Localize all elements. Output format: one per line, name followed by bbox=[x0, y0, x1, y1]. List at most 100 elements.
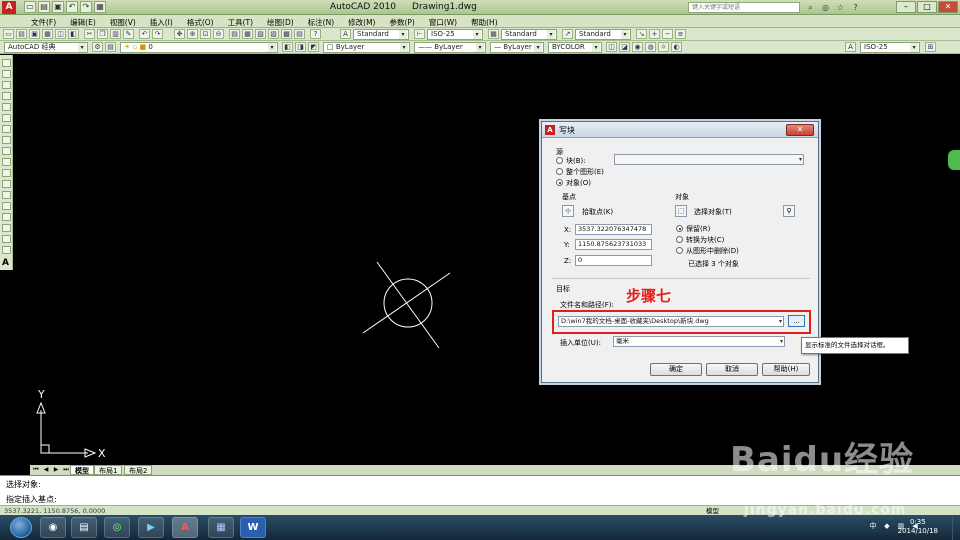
match-properties-icon[interactable]: ✎ bbox=[123, 29, 134, 39]
copy-icon[interactable]: ❐ bbox=[97, 29, 108, 39]
undo-icon[interactable]: ↶ bbox=[139, 29, 150, 39]
region-icon[interactable] bbox=[2, 235, 11, 243]
menu-format[interactable]: 格式(O) bbox=[182, 16, 223, 28]
polygon-icon[interactable] bbox=[2, 92, 11, 100]
align-leader-icon[interactable]: ≡ bbox=[675, 29, 686, 39]
tab-layout1[interactable]: 布局1 bbox=[94, 465, 123, 475]
cut-icon[interactable]: ✂ bbox=[84, 29, 95, 39]
next-tab-icon[interactable]: ▶ bbox=[52, 466, 60, 474]
first-tab-icon[interactable]: ⏮ bbox=[32, 466, 40, 474]
help-icon[interactable]: ? bbox=[850, 2, 861, 13]
dialog-close-button[interactable]: ✕ bbox=[786, 124, 814, 136]
render-icon[interactable]: ◍ bbox=[645, 42, 656, 52]
revcloud-icon[interactable] bbox=[2, 136, 11, 144]
block-name-select[interactable]: ▾ bbox=[614, 154, 804, 165]
help-search-input[interactable]: 键入关键字或短语 bbox=[688, 2, 800, 13]
radio-delete[interactable] bbox=[676, 247, 683, 254]
table-icon[interactable] bbox=[2, 246, 11, 254]
add-leader-icon[interactable]: + bbox=[649, 29, 660, 39]
make-block-icon[interactable] bbox=[2, 191, 11, 199]
pan-icon[interactable]: ✥ bbox=[174, 29, 185, 39]
save-icon[interactable]: ▣ bbox=[52, 1, 64, 13]
tool-palettes-icon[interactable]: ▧ bbox=[255, 29, 266, 39]
menu-view[interactable]: 视图(V) bbox=[105, 16, 145, 28]
minimize-button[interactable]: – bbox=[896, 1, 916, 13]
menu-draw[interactable]: 绘图(D) bbox=[262, 16, 303, 28]
point-icon[interactable] bbox=[2, 202, 11, 210]
radio-objects[interactable] bbox=[556, 179, 563, 186]
menu-parametric[interactable]: 参数(P) bbox=[384, 16, 423, 28]
workspace-settings-icon[interactable]: ⚙ bbox=[92, 42, 103, 52]
autocad-logo-icon[interactable]: A bbox=[2, 1, 16, 14]
maximize-button[interactable]: □ bbox=[917, 1, 937, 13]
paste-icon[interactable]: ▥ bbox=[110, 29, 121, 39]
help-icon[interactable]: ? bbox=[310, 29, 321, 39]
binoculars-icon[interactable]: ⌕ bbox=[805, 2, 816, 13]
color-select[interactable]: □ ByLayer ▾ bbox=[323, 42, 410, 53]
star-icon[interactable]: ☆ bbox=[835, 2, 846, 13]
radio-entire-drawing[interactable] bbox=[556, 168, 563, 175]
named-view-icon[interactable]: ◪ bbox=[619, 42, 630, 52]
annotation-visibility-icon[interactable]: ⊞ bbox=[925, 42, 936, 52]
quick-select-icon[interactable]: ⚲ bbox=[783, 205, 795, 217]
menu-help[interactable]: 帮助(H) bbox=[466, 16, 507, 28]
ellipse-arc-icon[interactable] bbox=[2, 169, 11, 177]
sheet-set-icon[interactable]: ▨ bbox=[268, 29, 279, 39]
layer-states-icon[interactable]: ◩ bbox=[308, 42, 319, 52]
multileader-style-icon[interactable]: ↗ bbox=[562, 29, 573, 39]
y-coordinate-input[interactable]: 1150.875623731033 bbox=[575, 239, 652, 250]
new-icon[interactable]: ▭ bbox=[3, 29, 14, 39]
drawn-line-2[interactable] bbox=[362, 272, 451, 334]
close-button[interactable]: ✕ bbox=[938, 1, 958, 13]
camera-icon[interactable]: ◉ bbox=[632, 42, 643, 52]
annotation-scale-icon[interactable]: A bbox=[845, 42, 856, 52]
show-desktop-button[interactable] bbox=[952, 515, 960, 540]
save-icon[interactable]: ▣ bbox=[29, 29, 40, 39]
print-icon[interactable]: ▦ bbox=[94, 1, 106, 13]
lineweight-select[interactable]: — ByLayer ▾ bbox=[490, 42, 544, 53]
open-icon[interactable]: ▤ bbox=[38, 1, 50, 13]
menu-tools[interactable]: 工具(T) bbox=[223, 16, 262, 28]
materials-icon[interactable]: ◐ bbox=[671, 42, 682, 52]
side-panel-handle[interactable] bbox=[948, 150, 960, 170]
multiline-text-icon[interactable]: A bbox=[2, 258, 9, 268]
redo-icon[interactable]: ↷ bbox=[80, 1, 92, 13]
multileader-icon[interactable]: ↘ bbox=[636, 29, 647, 39]
publish-icon[interactable]: ◧ bbox=[68, 29, 79, 39]
x-coordinate-input[interactable]: 3537.322076347478 bbox=[575, 224, 652, 235]
make-current-layer-icon[interactable]: ◧ bbox=[282, 42, 293, 52]
autocad-taskbar-icon[interactable]: A bbox=[172, 517, 198, 538]
multileader-style-select[interactable]: Standard ▾ bbox=[575, 29, 631, 40]
drawn-circle[interactable] bbox=[383, 278, 433, 328]
dim-style-select[interactable]: ISO-25 ▾ bbox=[427, 29, 483, 40]
polyline-icon[interactable] bbox=[2, 81, 11, 89]
undo-icon[interactable]: ↶ bbox=[66, 1, 78, 13]
design-center-icon[interactable]: ▦ bbox=[242, 29, 253, 39]
prev-tab-icon[interactable]: ◀ bbox=[42, 466, 50, 474]
menu-file[interactable]: 文件(F) bbox=[26, 16, 65, 28]
plotstyle-select[interactable]: BYCOLOR ▾ bbox=[548, 42, 602, 53]
circle-icon[interactable] bbox=[2, 125, 11, 133]
table-style-select[interactable]: Standard ▾ bbox=[501, 29, 557, 40]
drawn-line-1[interactable] bbox=[376, 261, 440, 349]
z-coordinate-input[interactable]: 0 bbox=[575, 255, 652, 266]
spline-icon[interactable] bbox=[2, 147, 11, 155]
browser-icon[interactable]: ◎ bbox=[104, 517, 130, 538]
zoom-window-icon[interactable]: ⊡ bbox=[200, 29, 211, 39]
view-icon[interactable]: ◫ bbox=[606, 42, 617, 52]
ellipse-icon[interactable] bbox=[2, 158, 11, 166]
text-style-select[interactable]: Standard ▾ bbox=[353, 29, 409, 40]
remove-leader-icon[interactable]: − bbox=[662, 29, 673, 39]
cn-ime-icon[interactable]: 中 bbox=[868, 521, 878, 531]
select-objects-icon[interactable]: ⬚ bbox=[675, 205, 687, 217]
start-button[interactable] bbox=[10, 517, 32, 538]
zoom-previous-icon[interactable]: ⊖ bbox=[213, 29, 224, 39]
radio-block[interactable] bbox=[556, 157, 563, 164]
workspace-select[interactable]: AutoCAD 经典 ▾ bbox=[4, 42, 88, 53]
plot-icon[interactable]: ▦ bbox=[42, 29, 53, 39]
line-icon[interactable] bbox=[2, 59, 11, 67]
new-icon[interactable]: ▭ bbox=[24, 1, 36, 13]
construction-line-icon[interactable] bbox=[2, 70, 11, 78]
dialog-title-bar[interactable]: A 写块 ✕ bbox=[542, 122, 818, 138]
open-icon[interactable]: ▤ bbox=[16, 29, 27, 39]
